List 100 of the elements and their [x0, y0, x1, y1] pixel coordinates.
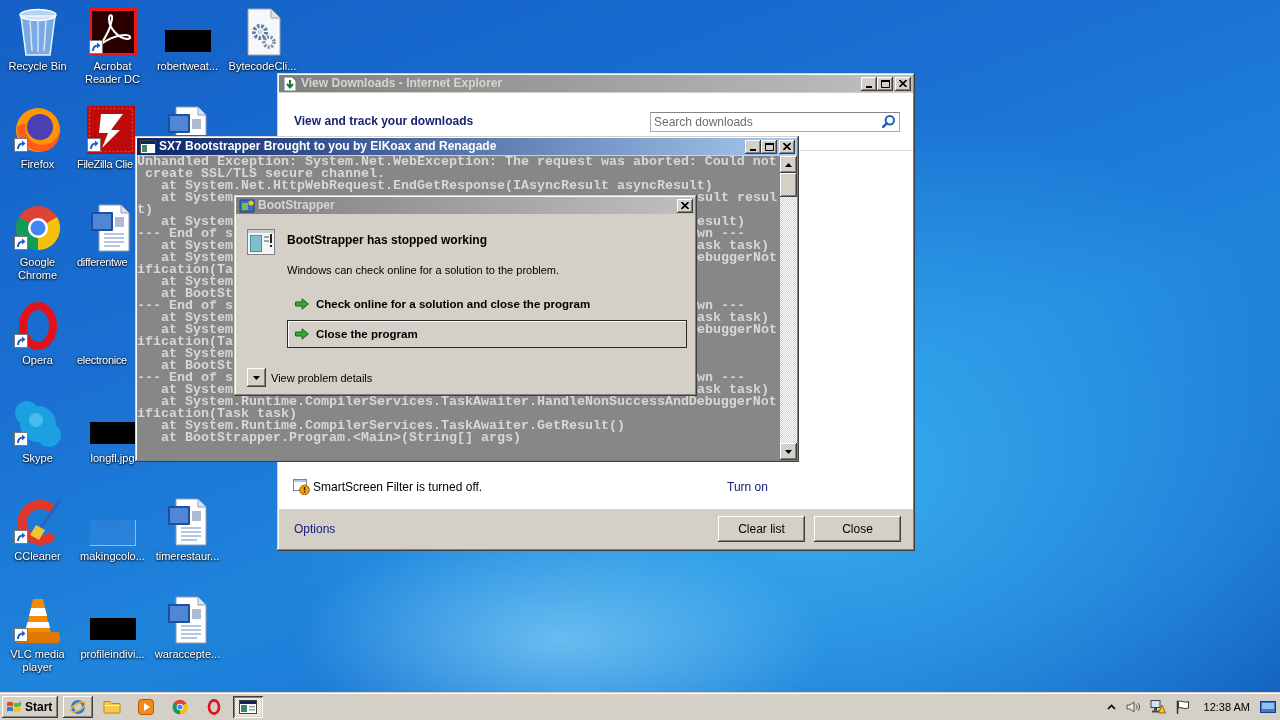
- scroll-down-button[interactable]: [780, 443, 797, 460]
- ring-icon: [207, 698, 221, 715]
- console-line: ebuggerNot: [697, 252, 777, 264]
- image-thumbnail[interactable]: [89, 520, 136, 546]
- search-icon[interactable]: [882, 114, 895, 128]
- icon-label[interactable]: VLC media player: [0, 648, 75, 674]
- taskbar-button[interactable]: [63, 695, 93, 718]
- orbit-globe-icon: [69, 697, 87, 716]
- icon-label[interactable]: timerestaur...: [155, 550, 220, 563]
- icon-label[interactable]: Firefox: [20, 158, 55, 171]
- console-line: Unhandled Exception: System.Net.WebException: The request was aborted: Could not: [137, 156, 777, 168]
- minimize-button[interactable]: [861, 76, 877, 91]
- command-link[interactable]: Close the program: [287, 320, 687, 348]
- console-line: at System.Runtime.CompilerServices.TaskAwaiter.HandleNonSuccessAndDebuggerNot: [161, 396, 777, 408]
- command-link[interactable]: Check online for a solution and close the program: [295, 296, 591, 312]
- icon-label[interactable]: Recycle Bin: [8, 60, 67, 73]
- taskbar-button[interactable]: [233, 695, 263, 718]
- icon-label[interactable]: Opera: [22, 354, 53, 367]
- maximize-icon: [880, 79, 890, 88]
- console-line: sult resul: [697, 192, 777, 204]
- panel-heading: View and track your downloads: [294, 114, 474, 129]
- smartscreen-message: SmartScreen Filter is turned off.: [313, 479, 483, 495]
- icon-label[interactable]: Acrobat Reader DC: [75, 60, 150, 86]
- window-title: BootStrapper: [258, 198, 335, 213]
- swoosh-tile-icon[interactable]: [88, 8, 137, 56]
- scroll-up-button[interactable]: [780, 156, 797, 173]
- start-flag-icon: [6, 699, 22, 714]
- icon-label[interactable]: FileZilla Clie: [77, 158, 133, 171]
- close-button[interactable]: [895, 76, 911, 91]
- icon-label[interactable]: profileindivi...: [80, 648, 145, 661]
- turn-on-link[interactable]: Turn on: [727, 479, 768, 495]
- console-line: at BootStrapper.Program.<Main>(String[] args): [160, 432, 521, 444]
- console-line: wn ---: [697, 300, 745, 312]
- arrow-right-icon: [295, 298, 309, 310]
- close-icon: [899, 80, 907, 87]
- maximize-icon: [764, 142, 774, 151]
- network-warning-icon[interactable]: [1149, 699, 1166, 714]
- image-thumbnail[interactable]: [89, 422, 136, 444]
- options-link[interactable]: Options: [294, 521, 336, 537]
- dialog-message: Windows can check online for a solution to the problem.: [287, 263, 560, 277]
- icon-label[interactable]: Google Chrome: [0, 256, 75, 282]
- scrollbar-thumb[interactable]: [780, 173, 797, 197]
- close-button[interactable]: [779, 139, 795, 154]
- console-line: t): [137, 204, 153, 216]
- segmented-circle-icon[interactable]: [13, 204, 62, 252]
- console-line: at System.Runtime.CompilerServices.TaskAwaiter.GetResult(): [161, 420, 625, 432]
- icon-label[interactable]: waraccepte...: [154, 648, 221, 661]
- scrollbar[interactable]: [780, 156, 797, 460]
- close-icon: [681, 202, 689, 209]
- speaker-icon[interactable]: [1125, 700, 1140, 713]
- details-label[interactable]: View problem details: [271, 370, 373, 385]
- caret-down-icon: [253, 375, 260, 380]
- icon-label[interactable]: robertweat...: [156, 60, 219, 73]
- console-line: at System: [161, 252, 233, 264]
- icon-label[interactable]: BytecodeCli...: [228, 60, 297, 73]
- close-icon: [783, 143, 791, 150]
- console-line: at System: [161, 276, 233, 288]
- close-button[interactable]: Close: [814, 516, 901, 542]
- minimize-button[interactable]: [745, 139, 761, 154]
- console-line: at System.Net.HttpWebRequest.EndGetResponse(IAsyncResult asyncResult): [160, 180, 713, 192]
- icon-label[interactable]: CCleaner: [14, 550, 61, 563]
- console-line: ask task): [697, 240, 769, 252]
- image-thumbnail[interactable]: [164, 30, 211, 52]
- search-field[interactable]: Search downloads: [650, 111, 900, 132]
- window-title: View Downloads - Internet Explorer: [301, 76, 503, 91]
- console-window-icon: [140, 139, 156, 154]
- lightning-tile-icon[interactable]: [86, 106, 135, 154]
- console-line: at System: [161, 348, 233, 360]
- close-button[interactable]: [677, 198, 693, 213]
- image-thumbnail[interactable]: [89, 618, 136, 640]
- globe-icon[interactable]: [13, 106, 62, 154]
- arrow-right-icon: [295, 328, 309, 340]
- icon-label[interactable]: Skype: [22, 452, 53, 465]
- folder-icon: [103, 699, 121, 714]
- console-line: ification(Task task): [137, 408, 297, 420]
- icon-label[interactable]: differentwe: [77, 256, 128, 269]
- console-line: at System: [160, 240, 233, 252]
- maximize-button[interactable]: [877, 76, 893, 91]
- chevron-up-icon[interactable]: [1106, 703, 1116, 710]
- minimize-icon: [750, 148, 756, 151]
- icon-label[interactable]: electronice: [77, 354, 127, 367]
- console-line: at System: [160, 312, 233, 324]
- details-toggle-button[interactable]: [247, 368, 266, 387]
- clock[interactable]: 12:38 AM: [1203, 699, 1250, 714]
- dialog-heading: BootStrapper has stopped working: [287, 232, 487, 248]
- monitor-icon[interactable]: [1260, 700, 1276, 713]
- icon-label[interactable]: makingcolo...: [80, 550, 145, 563]
- console-window-icon: [239, 699, 257, 714]
- program-window-icon: [247, 229, 275, 255]
- media-play-icon: [138, 698, 154, 715]
- clear-list-button[interactable]: Clear list: [718, 516, 805, 542]
- console-line: at BootSt: [160, 360, 233, 372]
- console-line: ebuggerNot: [697, 324, 777, 336]
- maximize-button[interactable]: [761, 139, 777, 154]
- start-button[interactable]: Start: [2, 695, 58, 718]
- icon-label[interactable]: longfl.jpg: [90, 452, 135, 465]
- shield-warning-icon: [293, 479, 310, 495]
- console-line: create SSL/TLS secure channel.: [144, 168, 385, 180]
- console-line: at System: [160, 384, 233, 396]
- flag-icon[interactable]: [1175, 699, 1189, 714]
